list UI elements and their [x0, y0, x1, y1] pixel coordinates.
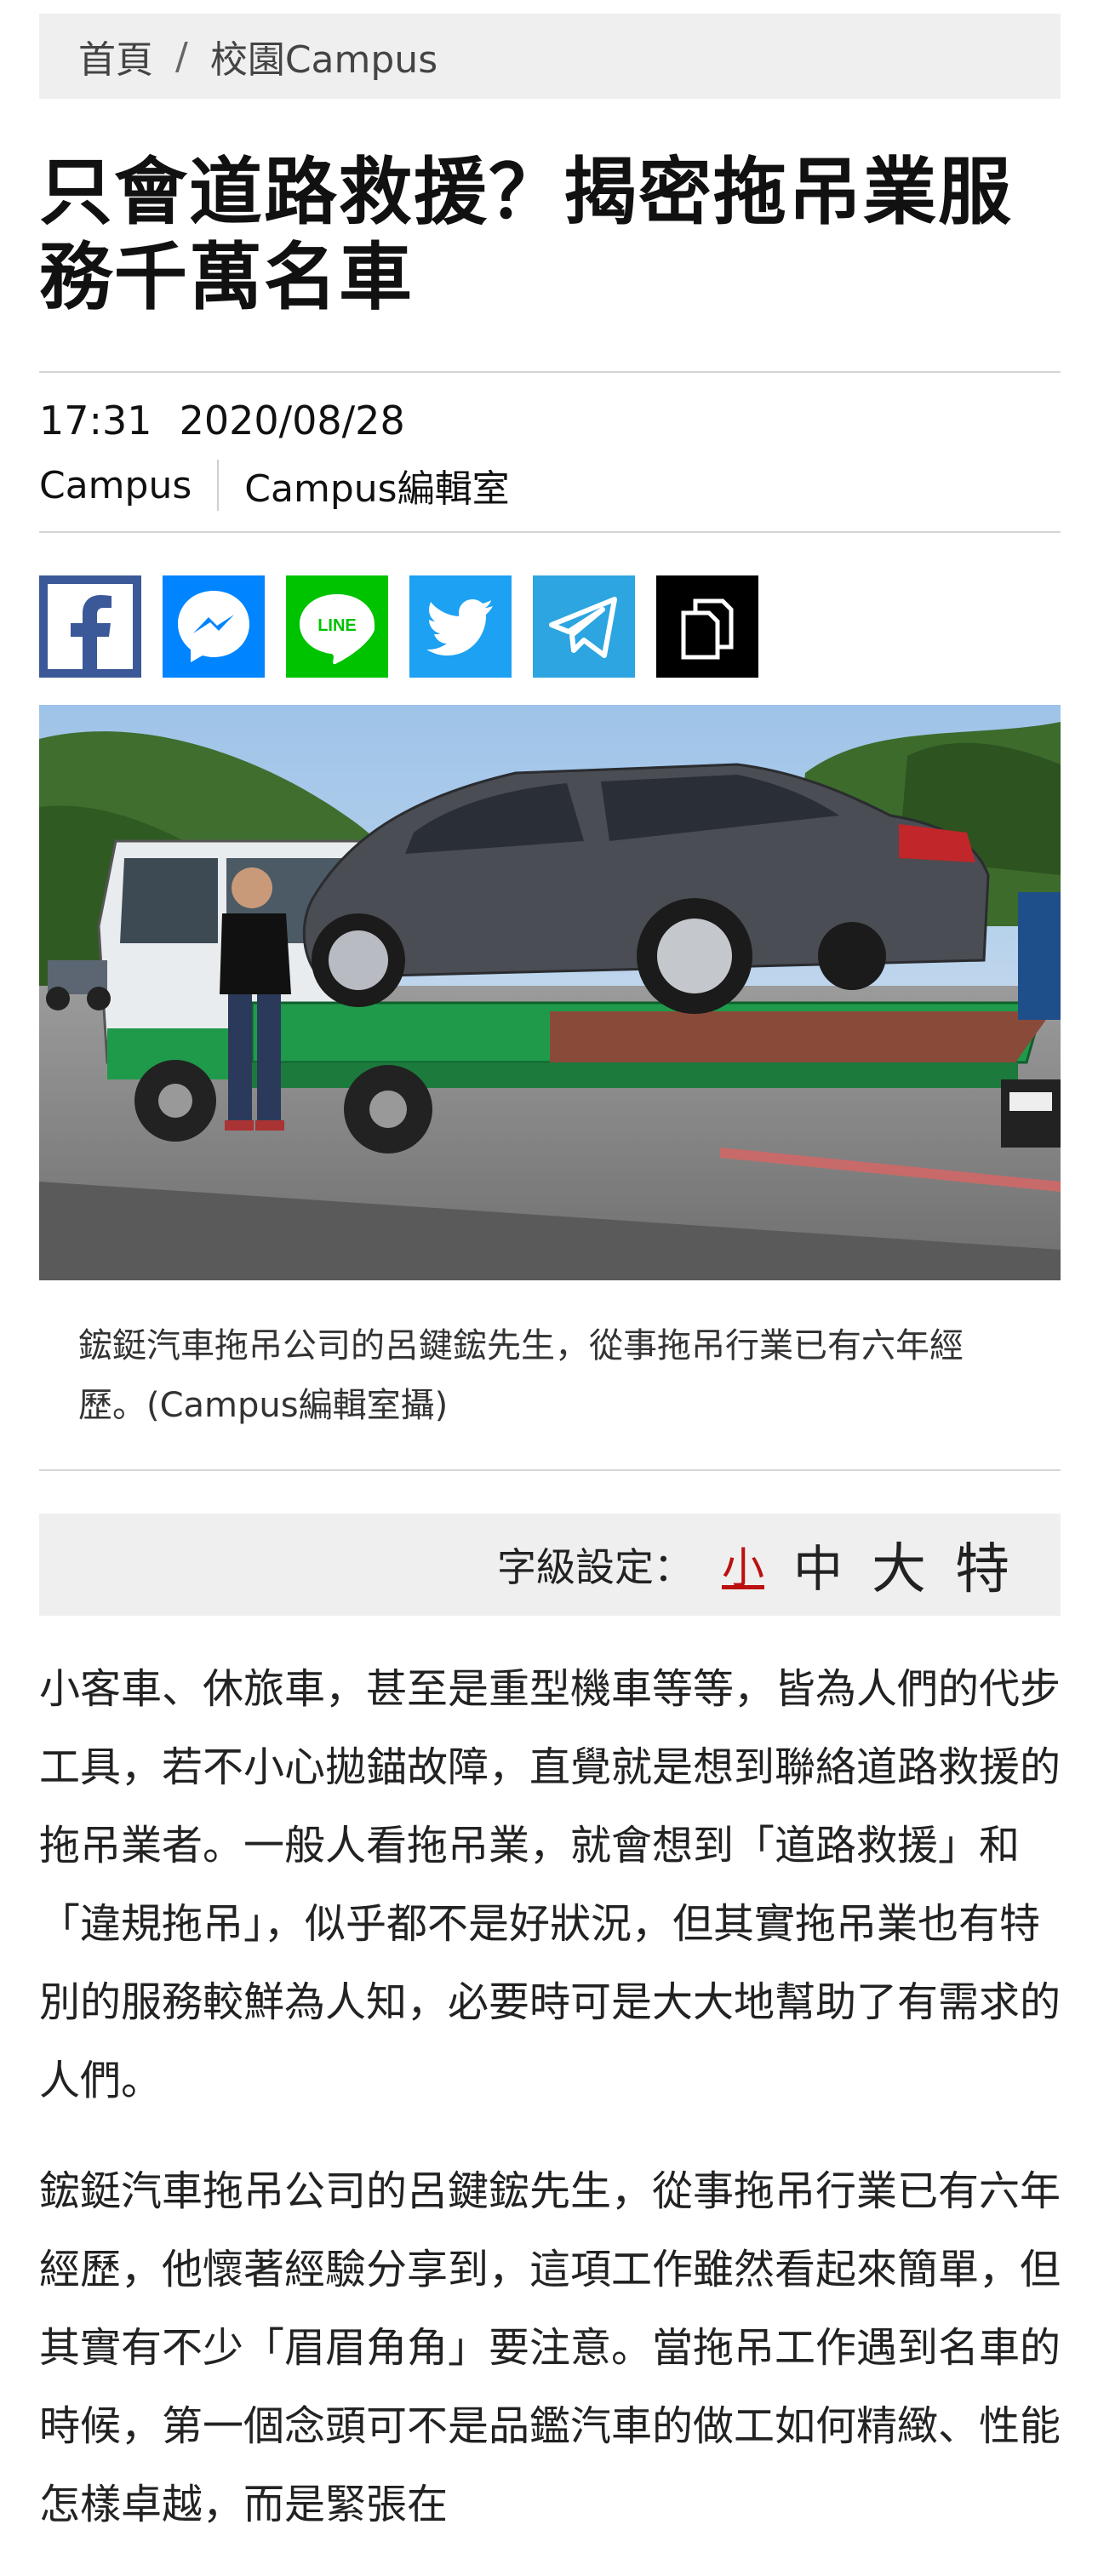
breadcrumb: 首頁 / 校園Campus	[39, 14, 1061, 99]
twitter-icon	[426, 599, 493, 655]
line-icon: LINE	[300, 594, 375, 665]
font-size-extra-large-option[interactable]: 特	[955, 1526, 1009, 1604]
divider	[39, 1469, 1061, 1471]
line-share-button[interactable]: LINE	[286, 575, 388, 678]
font-size-small-option[interactable]: 小	[722, 1534, 764, 1595]
font-size-label: 字級設定：	[496, 1544, 693, 1590]
publish-datetime: 17:31 2020/08/28	[39, 395, 1061, 446]
publish-date: 2020/08/28	[179, 398, 405, 444]
byline-separator	[217, 460, 220, 511]
article-category[interactable]: Campus	[39, 464, 192, 507]
twitter-share-button[interactable]	[409, 575, 512, 678]
article-meta: 17:31 2020/08/28 Campus Campus編輯室	[39, 373, 1061, 531]
article-title: 只會道路救援？揭密拖吊業服務千萬名車	[39, 150, 1013, 320]
divider	[39, 531, 1061, 533]
copy-link-button[interactable]	[656, 575, 758, 678]
facebook-share-button[interactable]	[39, 575, 141, 678]
messenger-share-button[interactable]	[163, 575, 265, 678]
article-body: 小客車、休旅車，甚至是重型機車等等，皆為人們的代步工具，若不小心拋錨故障，直覺就…	[39, 1650, 1061, 2544]
copy-link-icon	[681, 598, 734, 660]
article-paragraph: 小客車、休旅車，甚至是重型機車等等，皆為人們的代步工具，若不小心拋錨故障，直覺就…	[39, 1665, 1061, 2104]
font-size-medium-option[interactable]: 中	[793, 1529, 843, 1600]
font-size-settings: 字級設定： 小 中 大 特	[39, 1514, 1061, 1616]
publish-time: 17:31	[39, 398, 152, 444]
breadcrumb-section-link[interactable]: 校園Campus	[210, 29, 437, 83]
line-logo-text: LINE	[317, 616, 357, 635]
facebook-icon	[48, 584, 133, 669]
breadcrumb-home-link[interactable]: 首頁	[78, 29, 153, 83]
telegram-icon	[549, 597, 617, 658]
article-paragraph: 鋐鋌汽車拖吊公司的呂鍵鋐先生，從事拖吊行業已有六年經歷，他懷著經驗分享到，這項工…	[39, 2167, 1061, 2528]
byline: Campus Campus編輯室	[39, 458, 1061, 512]
article-author[interactable]: Campus編輯室	[244, 458, 509, 512]
share-bar: LINE	[39, 575, 1061, 678]
article-page: 首頁 / 校園Campus 只會道路救援？揭密拖吊業服務千萬名車 17:31 20…	[39, 14, 1061, 2576]
font-size-large-option[interactable]: 大	[872, 1526, 926, 1604]
telegram-share-button[interactable]	[533, 575, 635, 678]
article-photo	[39, 705, 1061, 1280]
photo-caption: 鋐鋌汽車拖吊公司的呂鍵鋐先生，從事拖吊行業已有六年經歷。(Campus編輯室攝)	[78, 1326, 964, 1425]
messenger-icon	[178, 591, 249, 662]
breadcrumb-separator: /	[175, 34, 188, 78]
